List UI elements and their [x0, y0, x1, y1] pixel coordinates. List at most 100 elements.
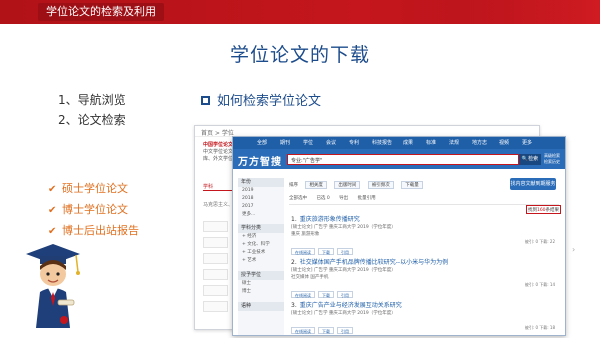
wanfang-logo[interactable]: 万方智搜 — [238, 153, 282, 168]
section-tab: 学位论文的检索及利用 — [38, 3, 164, 21]
result-keywords: 社交媒体 国产手机 — [291, 275, 329, 280]
search-header: 万方智搜 专业:"广告学" 🔍检索 高级检索 检索历史 — [233, 149, 565, 169]
bullet-list: ✔ 硕士学位论文 ✔ 博士学位论文 ✔ 博士后出站报告 — [48, 178, 139, 241]
section-heading-text: 如何检索学位论文 — [217, 94, 322, 109]
filter-box[interactable] — [203, 221, 228, 232]
read-online-button[interactable]: 在线阅读 — [291, 291, 315, 298]
nav-more[interactable]: 更多 — [522, 139, 532, 146]
result-stats: 被引: 0 下载: 18 — [524, 325, 555, 330]
search-links: 高级检索 检索历史 — [544, 153, 560, 165]
left-item-navigation: 1、导航浏览 — [58, 93, 126, 107]
find-service-button[interactable]: 找内容文献到期服务 — [510, 178, 556, 190]
result-actions: 在线阅读 下载 引用 — [291, 239, 559, 255]
filter-year-more[interactable]: 更多... — [238, 211, 284, 219]
left-list: 1、导航浏览 2、论文检索 — [58, 90, 126, 130]
filter-year-2019[interactable]: 2019 — [238, 187, 284, 195]
result-title[interactable]: 1. 重庆旅游形象传播研究 — [291, 215, 559, 224]
check-icon: ✔ — [48, 226, 57, 237]
subject-filter: 学科分类 + 经济 + 文化、科学 + 工业技术 + 艺术 — [238, 224, 284, 265]
filter-box[interactable] — [203, 285, 228, 296]
filter-degree-doctor[interactable]: 博士 — [238, 288, 284, 296]
sort-downloads[interactable]: 下载量 — [401, 181, 423, 189]
result-meta: [硕士论文] 广告学 重庆工商大学 2019（学位年度） — [291, 311, 396, 316]
filter-subject[interactable]: + 文化、科学 — [238, 241, 284, 249]
history-link[interactable]: 检索历史 — [544, 159, 560, 165]
nav-report[interactable]: 科技报告 — [372, 139, 392, 146]
filter-box[interactable] — [203, 269, 228, 280]
nav-achievement[interactable]: 成果 — [403, 139, 413, 146]
sort-toolbar: 排序 相关度 出版时间 被引频次 下载量 — [289, 181, 499, 190]
chevron-right-icon[interactable]: › — [572, 236, 578, 264]
result-title[interactable]: 2. 社交媒体国产手机品牌传播比较研究--以小米与华为为例 — [291, 258, 559, 267]
cite-button[interactable]: 引用 — [337, 291, 353, 298]
result-actions: 在线阅读 下载 引用 — [291, 282, 559, 298]
left-item-search: 2、论文检索 — [58, 113, 126, 127]
sort-label: 排序 — [289, 183, 298, 188]
form-label: 马克思主义、 — [203, 202, 234, 208]
cite-button[interactable]: 引用 — [337, 248, 353, 255]
graduate-mascot-icon — [26, 244, 80, 328]
filter-subject[interactable]: + 经济 — [238, 233, 284, 241]
result-actions: 在线阅读 下载 引用 — [291, 318, 559, 334]
slide-title: 学位论文的下载 — [229, 44, 370, 66]
square-bullet-icon — [201, 96, 210, 105]
filter-box[interactable] — [203, 253, 228, 264]
result-count-badge: 找到160条结果 — [526, 205, 561, 214]
sort-relevance[interactable]: 相关度 — [305, 181, 327, 189]
selected-count: 已选 0 — [316, 196, 330, 201]
nav-conference[interactable]: 会议 — [326, 139, 336, 146]
filter-year-2018[interactable]: 2018 — [238, 195, 284, 203]
sort-cited[interactable]: 被引频次 — [367, 181, 394, 189]
nav-law[interactable]: 法规 — [449, 139, 459, 146]
top-banner: 学位论文的检索及利用 — [0, 0, 600, 24]
banner-accent — [460, 0, 600, 24]
nav-journal[interactable]: 期刊 — [280, 139, 290, 146]
filter-box[interactable] — [203, 237, 228, 248]
result-item: 3. 重庆广告产业与经济发展互动关系研究 [硕士论文] 广告学 重庆工商大学 20… — [291, 301, 559, 335]
result-stats: 被引: 0 下载: 22 — [524, 239, 555, 244]
filter-subject[interactable]: + 工业技术 — [238, 249, 284, 257]
section-heading: 如何检索学位论文 — [201, 90, 321, 109]
export-button[interactable]: 导出 — [339, 196, 348, 201]
result-item: 1. 重庆旅游形象传播研究 [硕士论文] 广告学 重庆工商大学 2019（学位年度… — [291, 215, 559, 263]
batch-cite-button[interactable]: 批量引用 — [358, 196, 376, 201]
download-button[interactable]: 下载 — [318, 248, 334, 255]
download-button[interactable]: 下载 — [318, 327, 334, 334]
download-button[interactable]: 下载 — [318, 291, 334, 298]
resource-nav: 全部 期刊 学位 会议 专利 科技报告 成果 标准 法规 地方志 视频 更多 — [233, 137, 565, 149]
result-stats: 被引: 0 下载: 14 — [524, 282, 555, 287]
language-filter: 语种 — [238, 302, 284, 311]
search-input[interactable]: 专业:"广告学" — [287, 154, 519, 165]
result-keywords: 重庆 旅游形象 — [291, 232, 320, 237]
result-meta: [硕士论文] 广告学 重庆工商大学 2019（学位年度） — [291, 268, 396, 273]
nav-patent[interactable]: 专利 — [349, 139, 359, 146]
result-title[interactable]: 3. 重庆广告产业与经济发展互动关系研究 — [291, 301, 559, 310]
search-query: 专业:"广告学" — [291, 158, 323, 164]
read-online-button[interactable]: 在线阅读 — [291, 327, 315, 334]
nav-local[interactable]: 地方志 — [472, 139, 487, 146]
filter-subject[interactable]: + 艺术 — [238, 257, 284, 265]
search-button[interactable]: 🔍检索 — [519, 154, 541, 165]
read-online-button[interactable]: 在线阅读 — [291, 248, 315, 255]
bullet-postdoc: ✔ 博士后出站报告 — [48, 220, 139, 241]
filter-box[interactable] — [203, 301, 228, 312]
check-icon: ✔ — [48, 184, 57, 195]
year-filter: 年份 2019 2018 2017 更多... — [238, 178, 284, 219]
filter-degree-master[interactable]: 硕士 — [238, 280, 284, 288]
filter-sidebar: 年份 2019 2018 2017 更多... 学科分类 + 经济 + 文化、科… — [238, 178, 284, 335]
nav-standard[interactable]: 标准 — [426, 139, 436, 146]
sort-date[interactable]: 出版时间 — [334, 181, 361, 189]
result-item: 2. 社交媒体国产手机品牌传播比较研究--以小米与华为为例 [硕士论文] 广告学 … — [291, 258, 559, 306]
bullet-doctor: ✔ 博士学位论文 — [48, 199, 139, 220]
bullet-master: ✔ 硕士学位论文 — [48, 178, 139, 199]
cite-button[interactable]: 引用 — [337, 327, 353, 334]
select-all-checkbox[interactable]: 全部选中 — [289, 196, 307, 201]
nav-degree[interactable]: 学位 — [303, 139, 313, 146]
result-meta: [硕士论文] 广告学 重庆工商大学 2019（学位年度） — [291, 225, 396, 230]
filter-year-2017[interactable]: 2017 — [238, 203, 284, 211]
nav-all[interactable]: 全部 — [257, 139, 267, 146]
check-icon: ✔ — [48, 205, 57, 216]
degree-filter: 授予学位 硕士 博士 — [238, 271, 284, 296]
wanfang-screenshot: 全部 期刊 学位 会议 专利 科技报告 成果 标准 法规 地方志 视频 更多 万… — [232, 136, 566, 336]
nav-video[interactable]: 视频 — [499, 139, 509, 146]
